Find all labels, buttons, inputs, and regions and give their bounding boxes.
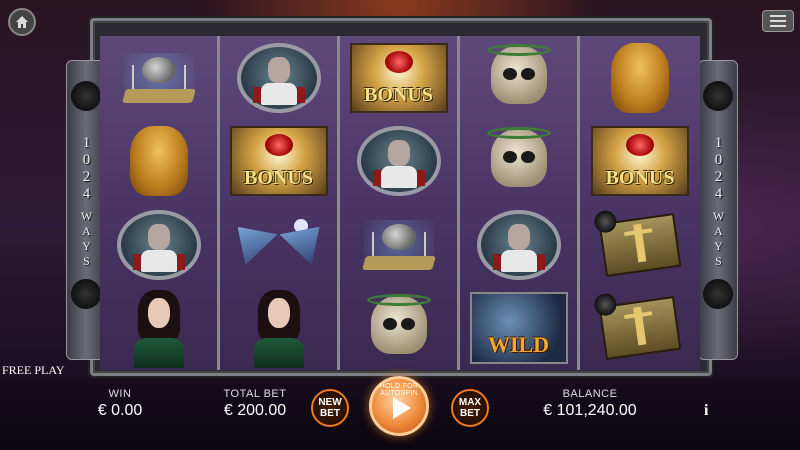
- reel-cell: [460, 120, 577, 204]
- bonus-label: BONUS: [244, 167, 313, 190]
- rose-ornament-icon: [703, 81, 733, 111]
- zombie-portrait-symbol: [116, 209, 201, 280]
- reel-cell: [580, 36, 700, 120]
- zombie-portrait-symbol: [236, 42, 321, 113]
- reel-cell: [220, 203, 337, 287]
- gargoyle-symbol: [611, 42, 669, 113]
- reel-cell: WILD: [460, 287, 577, 371]
- bonus-symbol: BONUS: [229, 126, 328, 197]
- reel-5: BONUS: [580, 36, 700, 370]
- balance-display: BALANCE € 101,240.00: [530, 388, 650, 420]
- new-bet-button[interactable]: NEW BET: [311, 389, 349, 427]
- play-icon: [393, 397, 411, 419]
- reel-3: BONUS: [340, 36, 460, 370]
- reel-cell: [580, 287, 700, 371]
- skull-symbol: [361, 292, 437, 364]
- max-bet-button[interactable]: MAX BET: [451, 389, 489, 427]
- home-icon: [16, 16, 28, 28]
- reel-cell: [100, 120, 217, 204]
- reel-cell: [100, 287, 217, 371]
- reel-4: WILD: [460, 36, 580, 370]
- spider-symbol: [354, 210, 444, 280]
- woman-symbol: [124, 288, 194, 369]
- reel-cell: [100, 36, 217, 120]
- wild-label: WILD: [487, 332, 550, 358]
- reels-grid: BONUS BONUS WILD BONUS: [100, 36, 700, 370]
- rose-ornament-icon: [71, 279, 101, 309]
- win-display: WIN € 0.00: [90, 388, 150, 420]
- menu-button[interactable]: [762, 10, 794, 32]
- bonus-symbol: BONUS: [591, 126, 689, 197]
- reel-cell: [340, 287, 457, 371]
- home-button[interactable]: [8, 8, 36, 36]
- bat-symbol: [236, 217, 322, 273]
- reel-cell: [340, 120, 457, 204]
- ways-word: WAYS: [79, 209, 94, 269]
- reel-cell: BONUS: [580, 120, 700, 204]
- bonus-label: BONUS: [364, 83, 433, 106]
- woman-symbol: [244, 288, 314, 369]
- reel-cell: [220, 287, 337, 371]
- reel-cell: [340, 203, 457, 287]
- book-symbol: [592, 292, 682, 361]
- reel-cell: [460, 36, 577, 120]
- ways-panel-right: 1024 WAYS: [698, 60, 738, 360]
- total-bet-value: € 200.00: [223, 402, 287, 419]
- reel-cell: BONUS: [220, 120, 337, 204]
- reel-cell: BONUS: [340, 36, 457, 120]
- total-bet-display: TOTAL BET € 200.00: [210, 388, 300, 420]
- spin-button[interactable]: HOLD FOR AUTOSPIN: [369, 376, 429, 436]
- reel-2: BONUS: [220, 36, 340, 370]
- balance-label: BALANCE: [562, 388, 618, 400]
- wild-symbol: WILD: [469, 292, 568, 365]
- balance-value: € 101,240.00: [543, 402, 637, 419]
- rose-ornament-icon: [71, 81, 101, 111]
- reel-cell: [100, 203, 217, 287]
- bonus-label: BONUS: [605, 167, 675, 190]
- spider-symbol: [114, 43, 204, 113]
- reel-1: [100, 36, 220, 370]
- win-label: WIN: [108, 388, 132, 400]
- reel-cell: [580, 203, 700, 287]
- ways-number: 1024: [710, 135, 727, 203]
- reel-cell: [460, 203, 577, 287]
- rose-ornament-icon: [703, 279, 733, 309]
- zombie-portrait-symbol: [476, 209, 561, 280]
- book-symbol: [592, 208, 682, 277]
- skull-symbol: [481, 42, 557, 114]
- info-button[interactable]: i: [704, 402, 708, 420]
- reel-cell: [220, 36, 337, 120]
- bonus-symbol: BONUS: [349, 42, 448, 113]
- win-value: € 0.00: [97, 402, 143, 419]
- gargoyle-symbol: [129, 126, 188, 197]
- free-play-label: FREE PLAY: [2, 363, 65, 377]
- skull-symbol: [481, 125, 557, 197]
- autospin-hint: HOLD FOR AUTOSPIN: [379, 383, 419, 397]
- total-bet-label: TOTAL BET: [223, 388, 287, 400]
- ways-number: 1024: [78, 135, 95, 203]
- menu-icon: [770, 15, 786, 17]
- ways-word: WAYS: [711, 209, 726, 269]
- zombie-portrait-symbol: [356, 126, 441, 197]
